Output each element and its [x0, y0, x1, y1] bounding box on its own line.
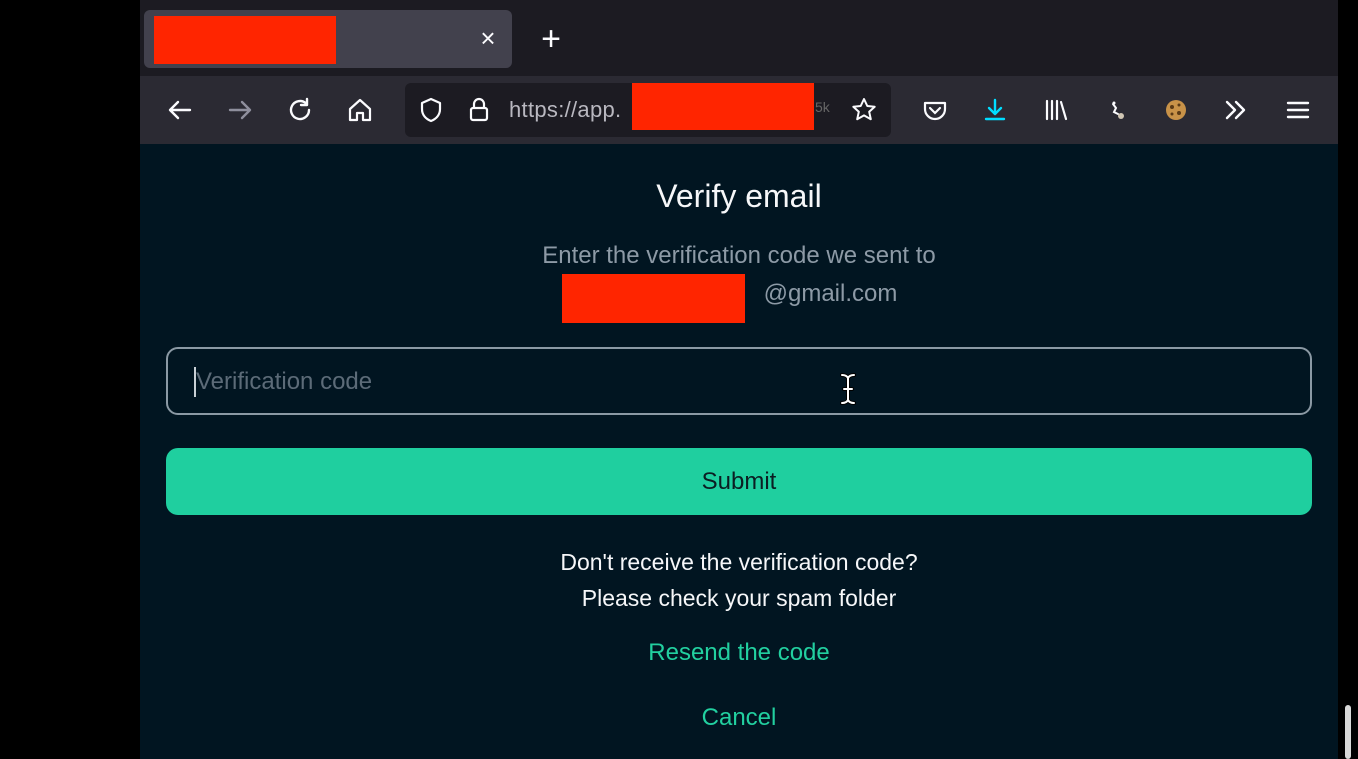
page-scrollbar[interactable]: [1345, 705, 1351, 759]
ibeam-cursor-icon: [840, 373, 856, 405]
text-caret: [194, 367, 196, 397]
verify-email-page: Verify email Enter the verification code…: [140, 144, 1338, 759]
resend-code-link[interactable]: Resend the code: [140, 639, 1338, 667]
page-title: Verify email: [656, 178, 822, 214]
active-tab[interactable]: ×: [144, 10, 512, 68]
extension-icon[interactable]: [1100, 92, 1136, 128]
library-icon[interactable]: [1038, 92, 1074, 128]
verification-code-placeholder: Verification code: [196, 368, 373, 395]
browser-window: × + https://app. 5k Verify email Enter t…: [140, 0, 1338, 759]
cancel-link[interactable]: Cancel: [140, 704, 1338, 732]
home-icon[interactable]: [342, 92, 378, 128]
new-tab-button[interactable]: +: [535, 22, 567, 56]
nav-toolbar: https://app. 5k: [140, 76, 1338, 144]
url-bar[interactable]: https://app. 5k: [405, 83, 891, 137]
redacted-email-user: [562, 274, 745, 323]
help-text-line1: Don't receive the verification code?: [560, 549, 918, 575]
redacted-tab-title: [154, 16, 336, 64]
forward-icon[interactable]: [222, 92, 258, 128]
verify-subtitle: Enter the verification code we sent to: [542, 242, 936, 269]
reload-icon[interactable]: [282, 92, 318, 128]
email-domain: @gmail.com: [763, 280, 898, 307]
right-black-margin: [1338, 0, 1358, 759]
back-icon[interactable]: [162, 92, 198, 128]
pocket-icon[interactable]: [917, 92, 953, 128]
submit-button[interactable]: Submit: [166, 448, 1312, 515]
cookie-icon[interactable]: [1158, 92, 1194, 128]
close-tab-icon[interactable]: ×: [474, 24, 502, 52]
star-icon[interactable]: [846, 92, 882, 128]
shield-icon[interactable]: [413, 92, 449, 128]
lock-icon[interactable]: [461, 92, 497, 128]
redacted-url: [632, 83, 814, 130]
overflow-icon[interactable]: [1218, 92, 1254, 128]
left-black-margin: [0, 0, 140, 759]
download-icon[interactable]: [977, 92, 1013, 128]
url-text[interactable]: https://app.: [509, 97, 621, 123]
url-overflow-text: 5k: [815, 99, 830, 115]
help-text-line2: Please check your spam folder: [581, 585, 897, 611]
verification-code-input[interactable]: Verification code: [166, 347, 1312, 415]
menu-icon[interactable]: [1280, 92, 1316, 128]
tab-bar: × +: [140, 0, 1338, 76]
